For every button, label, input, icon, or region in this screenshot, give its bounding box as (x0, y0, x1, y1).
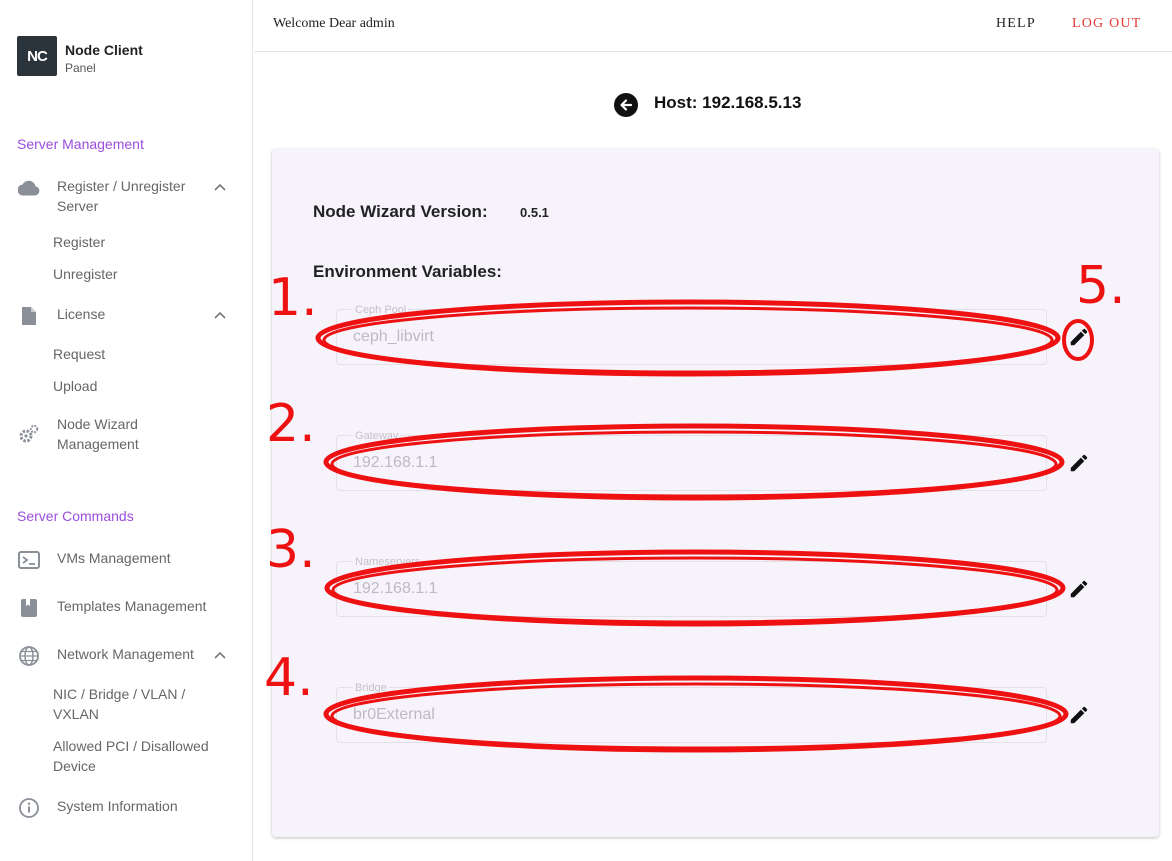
sidebar-item-system-information[interactable]: System Information (17, 796, 237, 820)
terminal-icon (17, 548, 41, 572)
field-label: Ceph Pool (353, 304, 409, 316)
ceph-pool-input[interactable] (353, 328, 993, 346)
annotation-number-4: 4. (264, 648, 314, 708)
sidebar-subitem-nic-bridge-vlan-vxlan[interactable]: NIC / Bridge / VLAN / VXLAN (53, 684, 213, 724)
gears-icon (17, 422, 41, 446)
nameservers-input[interactable] (353, 580, 993, 598)
back-arrow-icon[interactable] (614, 93, 638, 117)
sidebar-subitem-request[interactable]: Request (53, 344, 105, 364)
pencil-icon[interactable] (1068, 704, 1090, 726)
sidebar-subitem-allowed-pci[interactable]: Allowed PCI / Disallowed Device (53, 736, 228, 776)
field-label: Gateway (353, 430, 401, 442)
logo: NC (17, 36, 57, 76)
bookmark-icon (17, 596, 41, 620)
sidebar-item-node-wizard-management[interactable]: Node Wizard Management (17, 414, 237, 454)
sidebar-item-label: License (57, 306, 106, 322)
welcome-text: Welcome Dear admin (273, 16, 395, 31)
chevron-up-icon[interactable] (213, 648, 227, 662)
pencil-icon[interactable] (1068, 452, 1090, 474)
sidebar-item-license[interactable]: License (17, 304, 237, 328)
sidebar: NC Node Client Panel Server Management R… (0, 0, 253, 861)
sidebar-item-label: Register / Unregister Server (57, 178, 186, 214)
chevron-up-icon[interactable] (213, 180, 227, 194)
brand-subtitle: Panel (65, 61, 96, 75)
help-link[interactable]: HELP (996, 16, 1036, 32)
top-bar: Welcome Dear admin HELP LOG OUT (254, 0, 1172, 52)
annotation-number-5: 5. (1076, 256, 1126, 316)
sidebar-item-label: VMs Management (57, 550, 171, 566)
brand-title: Node Client (65, 42, 143, 58)
sidebar-item-vms-management[interactable]: VMs Management (17, 548, 237, 572)
document-icon (17, 304, 41, 328)
sidebar-item-network-management[interactable]: Network Management (17, 644, 237, 668)
sidebar-item-label: Network Management (57, 646, 194, 662)
sidebar-item-register-unregister[interactable]: Register / Unregister Server (17, 176, 237, 216)
pencil-icon[interactable] (1068, 578, 1090, 600)
globe-icon (17, 644, 41, 668)
page-title: Host: 192.168.5.13 (654, 93, 802, 112)
wizard-version-value: 0.5.1 (520, 205, 549, 220)
sidebar-item-label: Node Wizard Management (57, 416, 139, 452)
chevron-up-icon[interactable] (213, 308, 227, 322)
annotation-number-1: 1. (268, 268, 318, 328)
bridge-input[interactable] (353, 706, 993, 724)
ceph-pool-field: Ceph Pool (336, 304, 1047, 365)
nameservers-field: Nameservers (336, 556, 1047, 617)
env-variables-label: Environment Variables: (313, 262, 502, 281)
annotation-number-2: 2. (266, 394, 316, 454)
sidebar-subitem-unregister[interactable]: Unregister (53, 264, 118, 284)
sidebar-subitem-upload[interactable]: Upload (53, 376, 97, 396)
section-title-server-commands: Server Commands (17, 508, 134, 524)
sidebar-item-templates-management[interactable]: Templates Management (17, 596, 237, 620)
field-label: Nameservers (353, 556, 423, 568)
sidebar-item-label: System Information (57, 798, 178, 814)
field-label: Bridge (353, 682, 389, 694)
sidebar-item-label: Templates Management (57, 598, 207, 614)
annotation-number-3: 3. (266, 520, 316, 580)
gateway-input[interactable] (353, 454, 993, 472)
wizard-version-label: Node Wizard Version: (313, 202, 488, 221)
info-icon (17, 796, 41, 820)
sidebar-subitem-register[interactable]: Register (53, 232, 105, 252)
gateway-field: Gateway (336, 430, 1047, 491)
section-title-server-management: Server Management (17, 136, 144, 152)
cloud-icon (17, 176, 41, 200)
pencil-icon[interactable] (1068, 326, 1090, 348)
logout-link[interactable]: LOG OUT (1072, 16, 1141, 32)
bridge-field: Bridge (336, 682, 1047, 743)
